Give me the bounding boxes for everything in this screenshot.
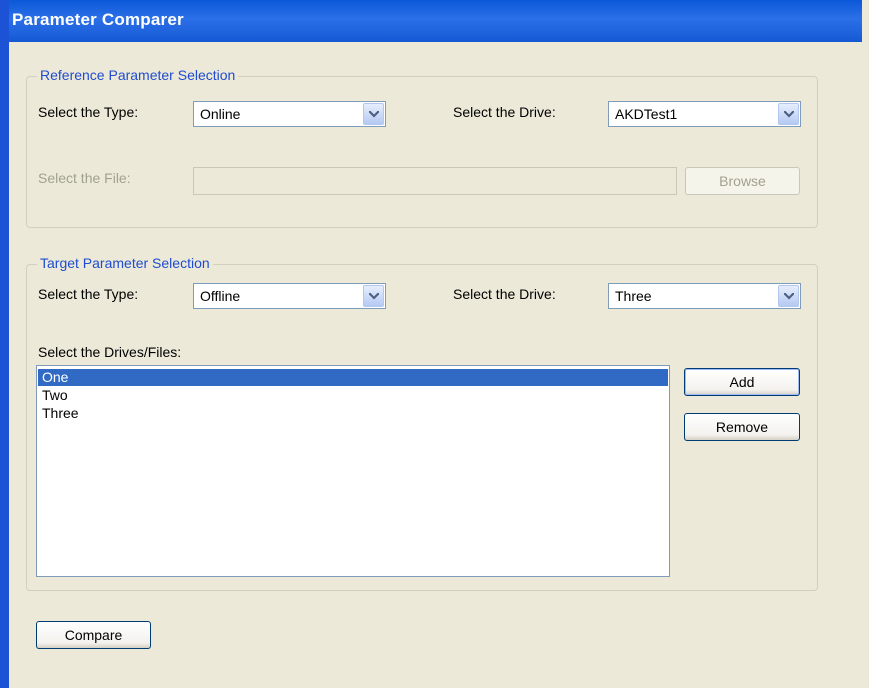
chevron-down-icon[interactable] — [778, 285, 799, 307]
target-type-dropdown[interactable]: Offline — [193, 283, 386, 309]
list-item[interactable]: Two — [38, 387, 668, 404]
reference-type-dropdown[interactable]: Online — [193, 101, 386, 127]
target-group-legend: Target Parameter Selection — [37, 255, 213, 271]
compare-button[interactable]: Compare — [36, 621, 151, 649]
title-bar: Parameter Comparer — [0, 0, 862, 42]
target-drive-value: Three — [615, 288, 652, 304]
target-type-label: Select the Type: — [38, 286, 139, 302]
add-button[interactable]: Add — [684, 368, 800, 396]
remove-button[interactable]: Remove — [684, 413, 800, 441]
reference-drive-label: Select the Drive: — [453, 104, 556, 120]
browse-button[interactable]: Browse — [685, 167, 800, 195]
target-drive-label: Select the Drive: — [453, 286, 556, 302]
window-title: Parameter Comparer — [12, 10, 184, 29]
reference-type-value: Online — [200, 106, 241, 122]
drives-files-listbox[interactable]: One Two Three — [36, 365, 670, 577]
list-item[interactable]: Three — [38, 405, 668, 422]
reference-drive-dropdown[interactable]: AKDTest1 — [608, 101, 801, 127]
reference-group-legend: Reference Parameter Selection — [37, 67, 239, 83]
chevron-down-icon[interactable] — [778, 103, 799, 125]
chevron-down-icon[interactable] — [363, 285, 384, 307]
reference-file-label: Select the File: — [38, 170, 131, 186]
reference-parameter-group: Reference Parameter Selection — [26, 67, 818, 228]
chevron-down-icon[interactable] — [363, 103, 384, 125]
list-item[interactable]: One — [38, 369, 668, 386]
reference-drive-value: AKDTest1 — [615, 106, 678, 122]
target-drive-dropdown[interactable]: Three — [608, 283, 801, 309]
window-left-border — [0, 0, 9, 688]
reference-type-label: Select the Type: — [38, 104, 139, 120]
target-type-value: Offline — [200, 288, 241, 304]
reference-file-field[interactable] — [193, 167, 677, 195]
drives-files-label: Select the Drives/Files: — [38, 344, 182, 360]
